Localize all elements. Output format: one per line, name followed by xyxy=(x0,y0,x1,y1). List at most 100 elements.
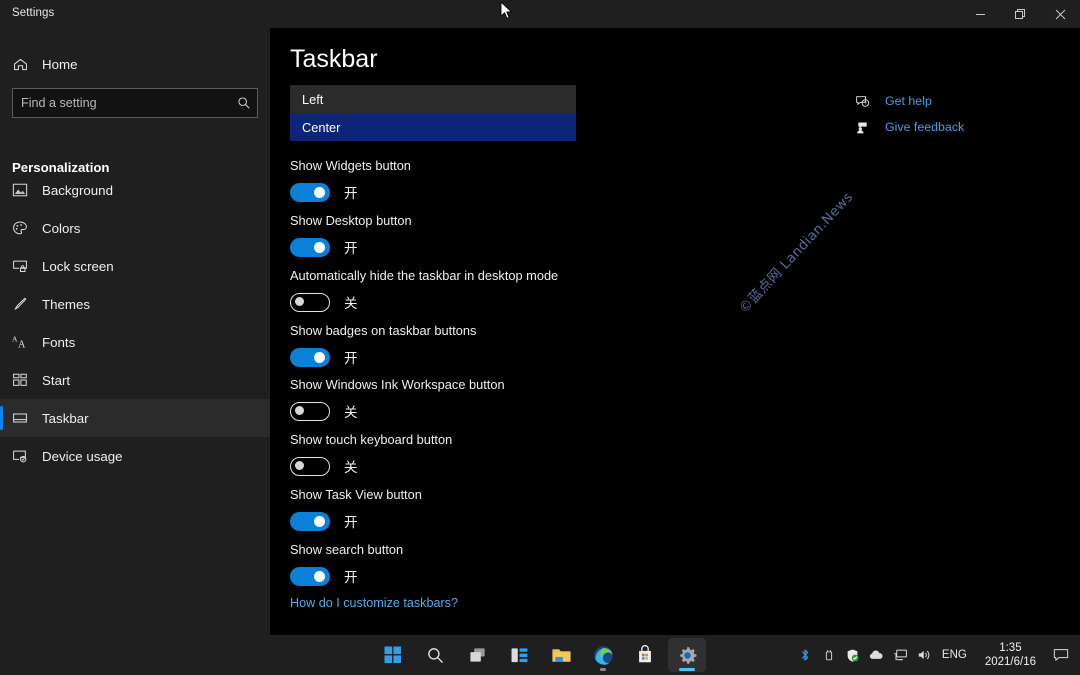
shield-icon[interactable] xyxy=(842,635,864,675)
toggle-show-ink-workspace[interactable] xyxy=(290,401,330,421)
image-icon xyxy=(12,182,42,198)
toggle-knob xyxy=(314,241,325,253)
taskbar-alignment-dropdown[interactable]: Left Center xyxy=(290,85,576,141)
task-view-icon xyxy=(469,647,485,662)
sidebar-item-colors[interactable]: Colors xyxy=(0,209,270,247)
search-box[interactable] xyxy=(12,88,258,118)
sidebar-item-taskbar-label: Taskbar xyxy=(42,410,89,426)
sidebar-item-taskbar[interactable]: Taskbar xyxy=(0,399,270,437)
svg-text:?: ? xyxy=(864,100,867,105)
widgets-icon xyxy=(511,647,527,662)
start-icon xyxy=(12,372,42,388)
sidebar-item-colors-label: Colors xyxy=(42,220,81,236)
network-icon[interactable] xyxy=(890,635,912,675)
bluetooth-icon[interactable] xyxy=(794,635,816,675)
toggle-show-task-view[interactable] xyxy=(290,511,330,531)
customize-taskbars-link[interactable]: How do I customize taskbars? xyxy=(290,596,458,610)
page-title: Taskbar xyxy=(290,45,378,73)
toggle-show-desktop-button[interactable] xyxy=(290,237,330,257)
taskbar-start-button[interactable] xyxy=(374,638,412,672)
toggle-knob xyxy=(295,405,304,415)
sidebar-item-lock-screen-label: Lock screen xyxy=(42,258,114,274)
toggle-state-label: 关 xyxy=(344,296,358,312)
toggle-show-badges[interactable] xyxy=(290,347,330,367)
toggle-show-search-button[interactable] xyxy=(290,566,330,586)
gear-icon xyxy=(679,646,696,664)
help-column: ? Get help Give feedback xyxy=(855,88,1055,140)
toggle-state-label: 关 xyxy=(344,460,358,476)
toggle-show-widgets-button[interactable] xyxy=(290,182,330,202)
folder-icon xyxy=(551,648,571,662)
toggle-state-label: 开 xyxy=(344,515,358,531)
get-help-label: Get help xyxy=(885,94,932,108)
language-indicator[interactable]: ENG xyxy=(938,649,975,661)
toggle-auto-hide-taskbar[interactable] xyxy=(290,292,330,312)
taskbar: ENG 1:35 2021/6/16 xyxy=(0,635,1080,675)
taskbar-widgets-button[interactable] xyxy=(500,638,538,672)
toggle-knob xyxy=(314,515,325,527)
content-area: Taskbar Left Center Show Widgets button … xyxy=(270,28,1080,635)
search-icon xyxy=(231,96,257,110)
sidebar-item-home-label: Home xyxy=(42,56,78,72)
store-icon xyxy=(639,645,651,663)
toggle-state-label: 关 xyxy=(344,405,358,421)
toggle-knob xyxy=(314,186,325,198)
sidebar-item-start[interactable]: Start xyxy=(0,361,270,399)
sidebar-item-themes[interactable]: Themes xyxy=(0,285,270,323)
taskbar-edge-button[interactable] xyxy=(584,638,622,672)
setting-label: Show Widgets button xyxy=(290,158,411,173)
restore-button[interactable] xyxy=(1000,0,1040,28)
search-input[interactable] xyxy=(13,96,231,110)
sidebar-item-device-usage-label: Device usage xyxy=(42,448,123,464)
sidebar-item-lock-screen[interactable]: Lock screen xyxy=(0,247,270,285)
close-button[interactable] xyxy=(1040,0,1080,28)
edge-icon xyxy=(593,645,613,665)
setting-toggle-row: 关 xyxy=(290,401,505,421)
setting-show-desktop-button: Show Desktop button 开 xyxy=(290,213,412,257)
clock-time: 1:35 xyxy=(999,641,1022,654)
taskbar-file-explorer-button[interactable] xyxy=(542,638,580,672)
sidebar-item-fonts-label: Fonts xyxy=(42,334,76,350)
usb-icon[interactable] xyxy=(818,635,840,675)
taskbar-search-button[interactable] xyxy=(416,638,454,672)
minimize-button[interactable] xyxy=(960,0,1000,28)
dropdown-option-center-label: Center xyxy=(302,119,341,135)
taskbar-task-view-button[interactable] xyxy=(458,638,496,672)
system-tray: ENG 1:35 2021/6/16 xyxy=(794,635,1080,675)
toggle-knob xyxy=(314,570,325,582)
toggle-show-touch-keyboard[interactable] xyxy=(290,456,330,476)
setting-toggle-row: 开 xyxy=(290,237,412,257)
title-bar[interactable]: Settings xyxy=(0,0,1080,28)
fonts-icon: A A xyxy=(12,334,42,351)
setting-label: Show touch keyboard button xyxy=(290,432,453,447)
taskbar-microsoft-store-button[interactable] xyxy=(626,638,664,672)
get-help-link[interactable]: ? Get help xyxy=(855,88,1055,114)
help-chat-icon: ? xyxy=(855,94,885,109)
home-icon xyxy=(12,56,42,73)
settings-window: Settings Home Find a setting Personaliza… xyxy=(0,0,1080,635)
sidebar-item-themes-label: Themes xyxy=(42,296,91,312)
watermark: ©蓝点网 Landian.News xyxy=(735,189,857,317)
sidebar-item-fonts[interactable]: A A Fonts xyxy=(0,323,270,361)
taskbar-settings-button[interactable] xyxy=(668,638,706,672)
notification-center-button[interactable] xyxy=(1046,635,1076,675)
toggle-knob xyxy=(314,351,325,363)
sidebar-item-home[interactable]: Home xyxy=(0,45,270,83)
dropdown-option-center[interactable]: Center xyxy=(290,113,576,141)
setting-toggle-row: 开 xyxy=(290,182,411,202)
cloud-icon[interactable] xyxy=(866,635,888,675)
toggle-state-label: 开 xyxy=(344,570,358,586)
brush-icon xyxy=(12,296,42,312)
volume-icon[interactable] xyxy=(914,635,936,675)
setting-show-ink-workspace: Show Windows Ink Workspace button 关 xyxy=(290,377,505,421)
clock[interactable]: 1:35 2021/6/16 xyxy=(977,641,1044,670)
dropdown-option-left-label: Left xyxy=(302,91,324,107)
dropdown-option-left[interactable]: Left xyxy=(290,85,576,113)
taskbar-running-indicator xyxy=(600,668,606,671)
setting-label: Show Desktop button xyxy=(290,213,412,228)
give-feedback-link[interactable]: Give feedback xyxy=(855,114,1055,140)
sidebar-item-background[interactable]: Background xyxy=(0,171,270,209)
toggle-state-label: 开 xyxy=(344,186,358,202)
sidebar-item-background-label: Background xyxy=(42,182,113,198)
sidebar-item-device-usage[interactable]: Device usage xyxy=(0,437,270,475)
